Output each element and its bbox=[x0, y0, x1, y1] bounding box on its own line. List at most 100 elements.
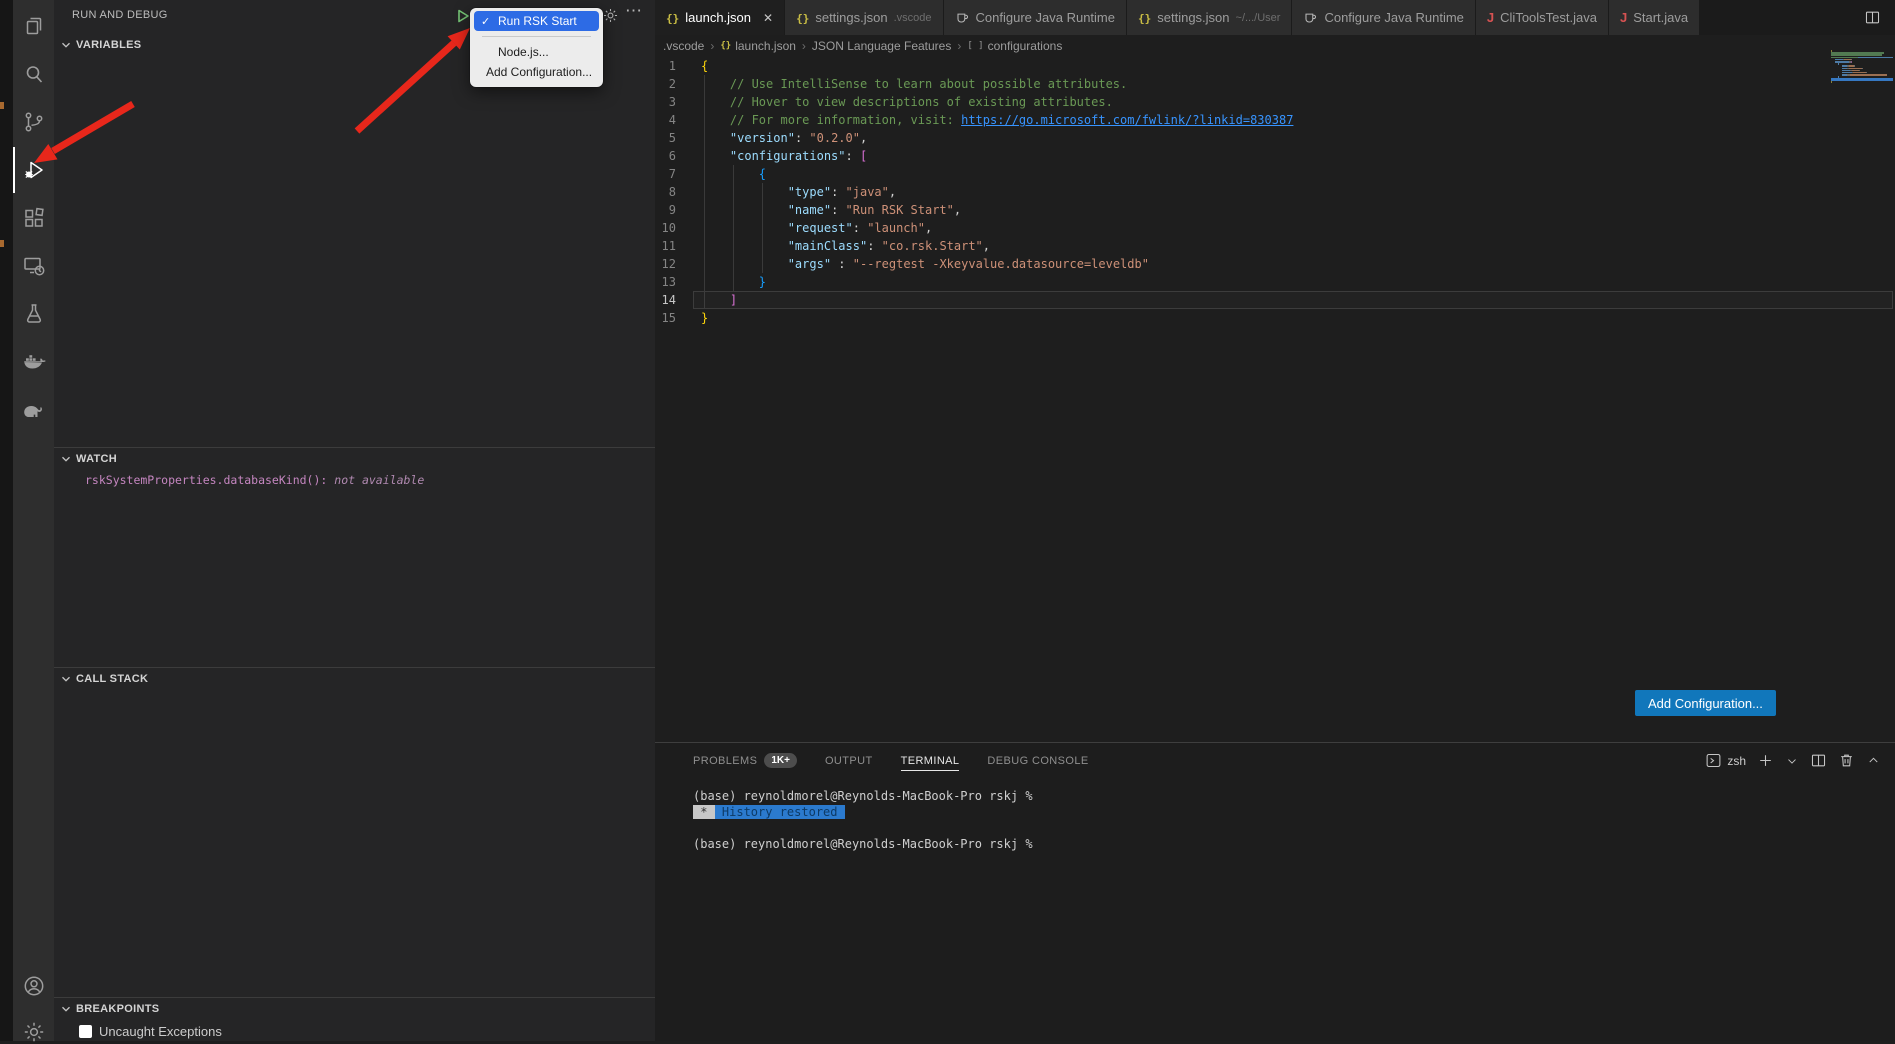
activity-bar-bottom bbox=[13, 974, 54, 1044]
minimap[interactable] bbox=[1831, 50, 1893, 94]
code-line[interactable]: 3 // Hover to view descriptions of exist… bbox=[655, 93, 1895, 111]
editor-tab-configure-java-runtime[interactable]: Configure Java Runtime bbox=[1292, 0, 1475, 35]
call-stack-section: CALL STACK bbox=[54, 667, 655, 690]
uncaught-exceptions-checkbox[interactable] bbox=[79, 1025, 92, 1038]
window-edge-strip bbox=[0, 0, 13, 1041]
editor-tab-bar: {}launch.json✕{}settings.json.vscodeConf… bbox=[655, 0, 1895, 35]
maximize-panel-icon[interactable] bbox=[1866, 753, 1881, 768]
editor-tab-clitoolstest-java[interactable]: JCliToolsTest.java bbox=[1476, 0, 1609, 35]
panel-tab-label: OUTPUT bbox=[825, 755, 873, 767]
activity-remote-explorer-icon[interactable] bbox=[22, 254, 46, 278]
split-terminal-icon[interactable] bbox=[1810, 752, 1827, 769]
editor-tab-launch-json[interactable]: {}launch.json✕ bbox=[655, 0, 785, 35]
watch-label: WATCH bbox=[76, 453, 117, 465]
java-file-icon: J bbox=[1620, 10, 1627, 25]
line-number: 2 bbox=[655, 75, 676, 93]
activity-gradle-icon[interactable] bbox=[22, 398, 46, 422]
code-line[interactable]: 6 "configurations": [ bbox=[655, 147, 1895, 165]
terminal-output[interactable]: (base) reynoldmorel@Reynolds-MacBook-Pro… bbox=[655, 778, 1895, 852]
tab-label: launch.json bbox=[685, 10, 751, 25]
breakpoints-section-header[interactable]: BREAKPOINTS bbox=[54, 998, 655, 1020]
line-number: 1 bbox=[655, 57, 676, 75]
code-line[interactable]: 4 // For more information, visit: https:… bbox=[655, 111, 1895, 129]
java-file-icon: J bbox=[1487, 10, 1494, 25]
breadcrumb-item[interactable]: {}launch.json bbox=[720, 39, 796, 53]
breadcrumb-item[interactable]: JSON Language Features bbox=[812, 39, 951, 53]
breadcrumb-separator: › bbox=[802, 39, 806, 53]
line-number: 7 bbox=[655, 165, 676, 183]
problems-count-badge: 1K+ bbox=[764, 753, 797, 768]
activity-settings-icon[interactable] bbox=[22, 1020, 46, 1044]
minimap-line bbox=[1831, 81, 1893, 83]
editor-tab-start-java[interactable]: JStart.java bbox=[1609, 0, 1700, 35]
menu-item-add-configuration-[interactable]: Add Configuration... bbox=[474, 62, 599, 82]
code-line[interactable]: 1{ bbox=[655, 57, 1895, 75]
array-icon: [ ] bbox=[967, 41, 983, 51]
terminal-line bbox=[693, 820, 1895, 836]
code-line[interactable]: 13 } bbox=[655, 273, 1895, 291]
editor-tab-configure-java-runtime[interactable]: Configure Java Runtime bbox=[944, 0, 1127, 35]
code-line[interactable]: 8 "type": "java", bbox=[655, 183, 1895, 201]
sidebar-title: RUN AND DEBUG bbox=[72, 9, 168, 21]
breadcrumb-item[interactable]: .vscode bbox=[663, 39, 704, 53]
menu-item-label: Run RSK Start bbox=[498, 14, 577, 28]
code-text: "version": "0.2.0", bbox=[676, 129, 867, 147]
panel-tab-label: PROBLEMS bbox=[693, 755, 757, 767]
code-text: "type": "java", bbox=[676, 183, 896, 201]
chevron-down-icon bbox=[59, 452, 73, 466]
add-configuration-button[interactable]: Add Configuration... bbox=[1635, 690, 1776, 716]
launch-configuration-dropdown: ✓Run RSK Start Node.js...Add Configuratio… bbox=[470, 8, 603, 87]
panel-tab-debug-console[interactable]: DEBUG CONSOLE bbox=[987, 743, 1088, 778]
panel-tab-terminal[interactable]: TERMINAL bbox=[901, 743, 960, 778]
activity-extensions-icon[interactable] bbox=[22, 206, 46, 230]
split-editor-icon[interactable] bbox=[1864, 0, 1895, 35]
watch-expression[interactable]: rskSystemProperties.databaseKind(): not … bbox=[85, 473, 655, 487]
line-number: 12 bbox=[655, 255, 676, 273]
code-line[interactable]: 14 ] bbox=[655, 291, 1895, 309]
code-text: } bbox=[676, 273, 766, 291]
minimap-line bbox=[1831, 74, 1893, 76]
edge-marker bbox=[0, 102, 4, 109]
panel-tab-problems[interactable]: PROBLEMS 1K+ bbox=[693, 743, 797, 778]
line-number: 9 bbox=[655, 201, 676, 219]
shell-terminal-icon[interactable]: zsh bbox=[1705, 752, 1746, 769]
panel-tab-output[interactable]: OUTPUT bbox=[825, 743, 873, 778]
close-icon[interactable]: ✕ bbox=[763, 11, 773, 25]
watch-section: WATCH rskSystemProperties.databaseKind()… bbox=[54, 447, 655, 487]
breadcrumb-item[interactable]: [ ]configurations bbox=[967, 39, 1062, 53]
line-number: 15 bbox=[655, 309, 676, 327]
activity-run-and-debug-icon[interactable] bbox=[22, 158, 46, 182]
watch-section-header[interactable]: WATCH bbox=[54, 448, 655, 470]
activity-testing-icon[interactable] bbox=[22, 302, 46, 326]
activity-source-control-icon[interactable] bbox=[22, 110, 46, 134]
editor-tab-settings-json[interactable]: {}settings.json.vscode bbox=[785, 0, 943, 35]
new-terminal-icon[interactable] bbox=[1757, 752, 1774, 769]
code-line[interactable]: 7 { bbox=[655, 165, 1895, 183]
json-file-icon: {} bbox=[1138, 10, 1151, 25]
kill-terminal-icon[interactable] bbox=[1838, 752, 1855, 769]
code-line[interactable]: 15} bbox=[655, 309, 1895, 327]
start-debugging-play-icon[interactable] bbox=[455, 8, 471, 29]
breakpoints-label: BREAKPOINTS bbox=[76, 1003, 159, 1015]
activity-docker-icon[interactable] bbox=[22, 350, 46, 374]
code-text: "configurations": [ bbox=[676, 147, 867, 165]
breakpoints-section: BREAKPOINTS Uncaught Exceptions bbox=[54, 997, 655, 1039]
activity-accounts-icon[interactable] bbox=[22, 974, 46, 998]
launch-profile-dropdown-icon[interactable] bbox=[1785, 754, 1799, 768]
activity-search-icon[interactable] bbox=[22, 62, 46, 86]
debug-settings-gear-icon[interactable] bbox=[602, 7, 619, 24]
menu-item-node-js-[interactable]: Node.js... bbox=[474, 42, 599, 62]
editor-tab-settings-json[interactable]: {}settings.json~/.../User bbox=[1127, 0, 1292, 35]
code-line[interactable]: 9 "name": "Run RSK Start", bbox=[655, 201, 1895, 219]
code-link[interactable]: https://go.microsoft.com/fwlink/?linkid=… bbox=[961, 113, 1293, 127]
menu-item-run-rsk-start[interactable]: ✓Run RSK Start bbox=[474, 11, 599, 31]
code-line[interactable]: 2 // Use IntelliSense to learn about pos… bbox=[655, 75, 1895, 93]
activity-explorer-icon[interactable] bbox=[22, 14, 46, 38]
code-editor[interactable]: 1{2 // Use IntelliSense to learn about p… bbox=[655, 57, 1895, 742]
code-line[interactable]: 5 "version": "0.2.0", bbox=[655, 129, 1895, 147]
sidebar-more-actions-icon[interactable]: ⋯ bbox=[625, 1, 643, 21]
call-stack-section-header[interactable]: CALL STACK bbox=[54, 668, 655, 690]
code-line[interactable]: 12 "args" : "--regtest -Xkeyvalue.dataso… bbox=[655, 255, 1895, 273]
code-line[interactable]: 10 "request": "launch", bbox=[655, 219, 1895, 237]
code-line[interactable]: 11 "mainClass": "co.rsk.Start", bbox=[655, 237, 1895, 255]
